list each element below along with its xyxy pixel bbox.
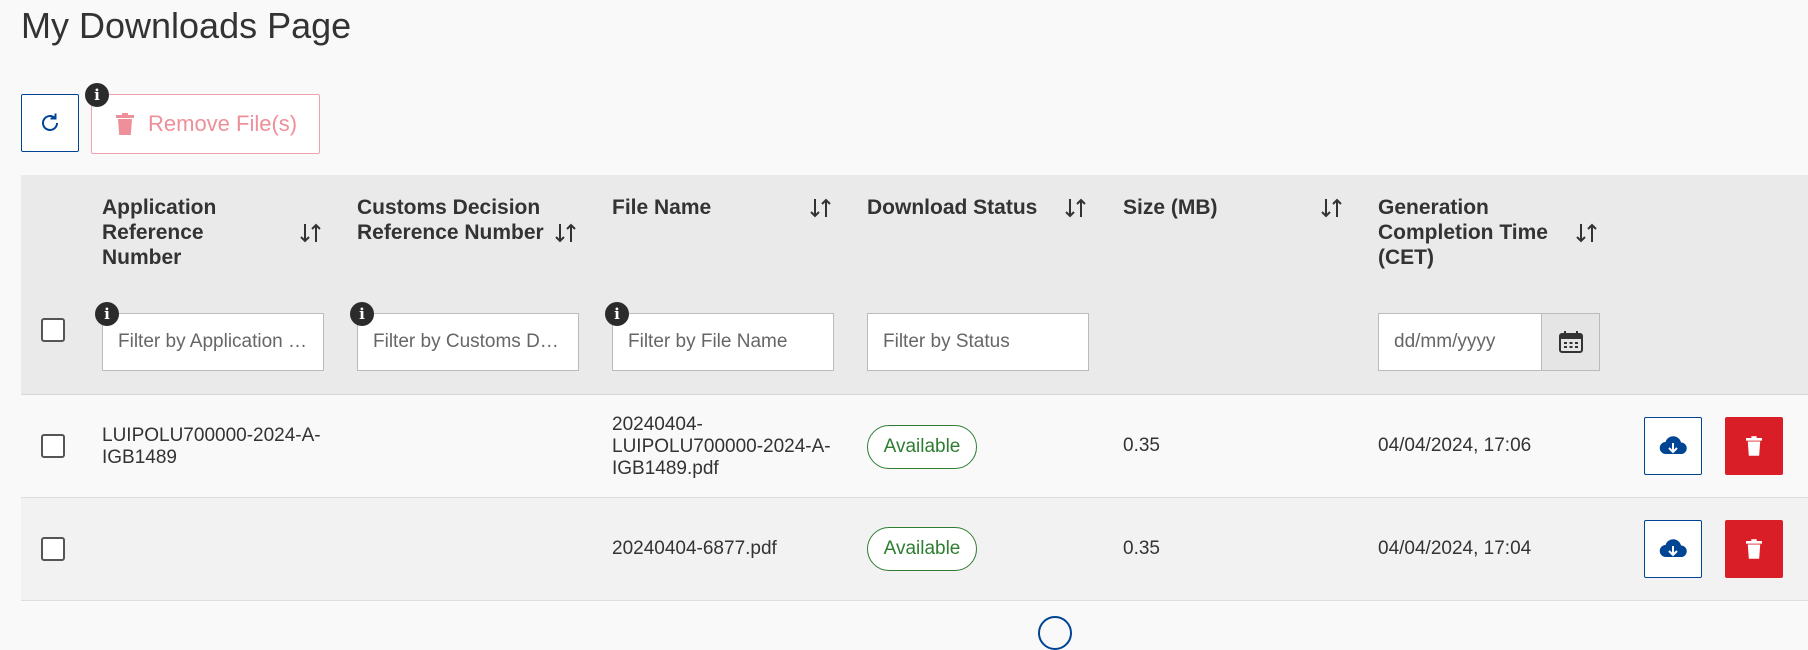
table-row: 20240404-6877.pdf Available 0.35 04/04/2… xyxy=(21,498,1808,601)
row-checkbox[interactable] xyxy=(41,434,65,458)
sort-icon[interactable] xyxy=(809,197,833,219)
generation-time-cell: 04/04/2024, 17:06 xyxy=(1378,435,1532,456)
refresh-icon xyxy=(42,113,58,131)
trash-icon xyxy=(1746,539,1762,559)
status-badge: Available xyxy=(867,425,977,469)
column-header-customs-decision[interactable]: Customs Decision Reference Number xyxy=(357,195,547,245)
status-badge: Available xyxy=(867,527,977,571)
sort-icon[interactable] xyxy=(1320,197,1344,219)
download-button[interactable] xyxy=(1644,520,1702,578)
remove-files-button[interactable]: Remove File(s) xyxy=(91,94,320,154)
file-name-cell: 20240404-LUIPOLU700000-2024-A-IGB1489.pd… xyxy=(612,414,831,479)
page-title: My Downloads Page xyxy=(21,5,352,46)
downloads-table: Application Reference Number Customs Dec… xyxy=(21,175,1808,601)
sort-icon[interactable] xyxy=(299,222,323,244)
application-filter-input[interactable]: Filter by Application … xyxy=(102,313,324,371)
file-name-cell: 20240404-6877.pdf xyxy=(612,538,777,559)
select-all-checkbox[interactable] xyxy=(41,318,65,342)
status-filter-input[interactable]: Filter by Status xyxy=(867,313,1089,371)
pagination-button[interactable] xyxy=(1038,616,1072,650)
column-header-size[interactable]: Size (MB) xyxy=(1123,195,1303,220)
delete-button[interactable] xyxy=(1725,417,1783,475)
table-row: LUIPOLU700000-2024-A-IGB1489 20240404-LU… xyxy=(21,395,1808,498)
info-icon[interactable]: i xyxy=(95,302,119,326)
application-reference-cell: LUIPOLU700000-2024-A-IGB1489 xyxy=(102,425,321,468)
column-header-file-name[interactable]: File Name xyxy=(612,195,792,220)
sort-icon[interactable] xyxy=(554,222,578,244)
info-icon[interactable]: i xyxy=(350,302,374,326)
file-name-filter-input[interactable]: Filter by File Name xyxy=(612,313,834,371)
info-icon[interactable]: i xyxy=(605,302,629,326)
table-header: Application Reference Number Customs Dec… xyxy=(21,175,1808,395)
trash-icon xyxy=(1746,436,1762,456)
refresh-button[interactable] xyxy=(21,94,79,152)
size-cell: 0.35 xyxy=(1123,435,1160,456)
size-cell: 0.35 xyxy=(1123,538,1160,559)
date-filter-input[interactable]: dd/mm/yyyy xyxy=(1379,314,1541,370)
column-header-download-status[interactable]: Download Status xyxy=(867,195,1057,220)
column-header-application-reference[interactable]: Application Reference Number xyxy=(102,195,282,270)
cloud-download-icon xyxy=(1659,539,1687,558)
delete-button[interactable] xyxy=(1725,520,1783,578)
column-header-generation-time[interactable]: Generation Completion Time (CET) xyxy=(1378,195,1563,270)
sort-icon[interactable] xyxy=(1575,222,1599,244)
row-checkbox[interactable] xyxy=(41,537,65,561)
trash-icon xyxy=(116,113,134,135)
info-icon[interactable]: i xyxy=(85,83,109,107)
generation-time-cell: 04/04/2024, 17:04 xyxy=(1378,538,1532,559)
remove-files-label: Remove File(s) xyxy=(148,111,298,136)
customs-filter-input[interactable]: Filter by Customs D… xyxy=(357,313,579,371)
calendar-button[interactable] xyxy=(1541,314,1599,370)
date-filter[interactable]: dd/mm/yyyy xyxy=(1378,313,1600,371)
sort-icon[interactable] xyxy=(1064,197,1088,219)
download-button[interactable] xyxy=(1644,417,1702,475)
calendar-icon xyxy=(1558,331,1583,353)
cloud-download-icon xyxy=(1659,436,1687,455)
